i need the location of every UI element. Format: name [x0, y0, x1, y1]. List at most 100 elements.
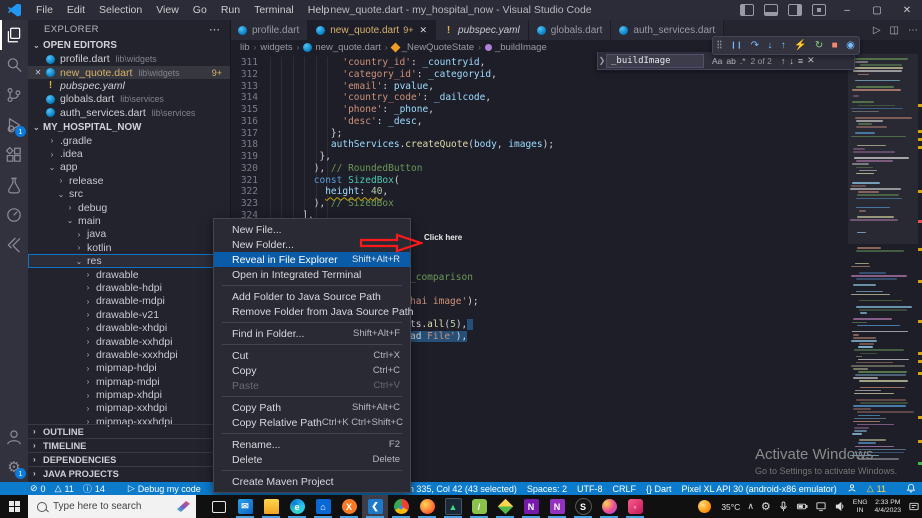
taskbar-file-explorer-icon[interactable] [258, 495, 284, 518]
find-toggle-ab-icon[interactable]: ab [726, 56, 735, 66]
status-debug-my-code[interactable]: ▷ Debug my code [128, 483, 201, 494]
open-editor-new-quote-dart[interactable]: ✕ new_quote.dart lib\widgets 9+ [28, 65, 230, 80]
activity-account-icon[interactable] [0, 422, 28, 452]
hot-reload-icon[interactable]: ⚡ [794, 40, 806, 51]
menu-item-create-maven-project[interactable]: Create Maven Project [214, 474, 410, 489]
menu-view[interactable]: View [149, 4, 186, 16]
menu-item-copy-path[interactable]: Copy Path Shift+Alt+C [214, 400, 410, 415]
menu-file[interactable]: File [29, 4, 60, 16]
taskbar-vscode-icon[interactable]: ❮ [362, 495, 388, 518]
status-crlf[interactable]: CRLF [612, 484, 636, 494]
menu-item-cut[interactable]: Cut Ctrl+X [214, 348, 410, 363]
close-icon[interactable]: ✕ [33, 68, 43, 77]
find-expand-icon[interactable]: ❯ [598, 56, 606, 65]
minimap[interactable] [848, 54, 918, 466]
tree-item-drawable-xhdpi[interactable]: › drawable-xhdpi [28, 321, 230, 334]
tab-pubspec-yaml[interactable]: ! pubspec.yaml [436, 20, 529, 40]
find-toggle-aa-icon[interactable]: Aa [712, 56, 722, 66]
status-spaces-2[interactable]: Spaces: 2 [527, 484, 567, 494]
taskbar-emulator-icon[interactable]: ▲ [440, 495, 466, 518]
section-outline[interactable]: › OUTLINE [28, 424, 230, 438]
breadcrumb-item-new-quote-dart[interactable]: new_quote.dart [315, 42, 381, 53]
tab-auth-services-dart[interactable]: auth_services.dart [611, 20, 725, 40]
section-dependencies[interactable]: › DEPENDENCIES [28, 452, 230, 466]
tree-item-src[interactable]: ⌄ src [28, 188, 230, 201]
breadcrumb-item-newquotestate[interactable]: _NewQuoteState [402, 42, 474, 53]
status-0[interactable]: ⊘ 0 [30, 483, 46, 494]
activity-source-control-icon[interactable] [0, 80, 28, 110]
status-11[interactable]: △ 11 [867, 483, 886, 494]
menu-item-copy[interactable]: Copy Ctrl+C [214, 363, 410, 378]
step-out-icon[interactable]: ↑ [781, 40, 786, 51]
find-close-icon[interactable]: ✕ [807, 55, 815, 66]
status-11[interactable]: △ 11 [55, 483, 74, 494]
grip-icon[interactable] [717, 39, 723, 52]
tree-item-mipmap-xxhdpi[interactable]: › mipmap-xxhdpi [28, 402, 230, 415]
settings-icon[interactable]: ⚙ [761, 500, 771, 513]
menu-item-copy-relative-path[interactable]: Copy Relative Path Ctrl+K Ctrl+Shift+C [214, 415, 410, 430]
tree-item-debug[interactable]: › debug [28, 201, 230, 214]
monitor-icon[interactable] [815, 501, 827, 512]
menu-terminal[interactable]: Terminal [247, 4, 301, 16]
menu-item-add-folder-to-java-source-path[interactable]: Add Folder to Java Source Path [214, 289, 410, 304]
taskbar-devtools-diamond-icon[interactable] [492, 495, 518, 518]
toggle-sidebar-icon[interactable] [740, 4, 754, 16]
weather-icon[interactable] [698, 500, 712, 513]
code-line[interactable]: 320 ), // RoundedButton [230, 163, 830, 175]
activity-run-and-debug-icon[interactable]: 1 [0, 110, 28, 140]
open-editor-pubspec-yaml[interactable]: ! pubspec.yaml [28, 79, 230, 92]
code-line[interactable]: 315 'phone': _phone, [230, 104, 830, 116]
taskbar-store-icon[interactable]: ⌂ [310, 495, 336, 518]
tree-item-idea[interactable]: › .idea [28, 147, 230, 160]
tree-item-mipmap-mdpi[interactable]: › mipmap-mdpi [28, 375, 230, 388]
tree-item-drawable-xxxhdpi[interactable]: › drawable-xxxhdpi [28, 348, 230, 361]
status-feedback[interactable] [847, 483, 857, 495]
split-editor-icon[interactable]: ◫ [890, 25, 899, 36]
tab-profile-dart[interactable]: profile.dart [230, 20, 309, 40]
taskbar-mail-icon[interactable]: ✉ [232, 495, 258, 518]
menu-run[interactable]: Run [214, 4, 247, 16]
taskbar-onenote-icon[interactable]: N [518, 495, 544, 518]
taskbar-nightly-icon[interactable] [596, 495, 622, 518]
start-button[interactable] [0, 495, 28, 518]
tab-close-icon[interactable]: ✕ [419, 25, 427, 36]
activity-flutter-outline-icon[interactable] [0, 230, 28, 260]
tree-item-app[interactable]: ⌄ app [28, 161, 230, 174]
tree-item-drawable-mdpi[interactable]: › drawable-mdpi [28, 295, 230, 308]
step-into-icon[interactable]: ↓ [767, 40, 772, 51]
find-prev-icon[interactable]: ↑ [781, 56, 786, 66]
open-editor-auth-services-dart[interactable]: auth_services.dart lib\services [28, 106, 230, 119]
tree-item-drawable-v21[interactable]: › drawable-v21 [28, 308, 230, 321]
step-over-icon[interactable]: ↷ [751, 40, 759, 51]
code-line[interactable]: 323 ), // SizedBox [230, 198, 830, 210]
status-dart[interactable]: {} Dart [646, 484, 672, 494]
explorer-more-icon[interactable]: ⋯ [209, 23, 220, 36]
status-pixel-xl-api-30-android-x86-emulator[interactable]: Pixel XL API 30 (android-x86 emulator) [681, 484, 836, 494]
code-line[interactable]: 313 'email': pvalue, [230, 81, 830, 93]
toggle-panel-icon[interactable] [764, 4, 778, 16]
microphone-icon[interactable] [778, 501, 789, 512]
taskbar-xampp-icon[interactable]: X [336, 495, 362, 518]
tab-globals-dart[interactable]: globals.dart [528, 20, 612, 40]
find-next-icon[interactable]: ↓ [789, 56, 794, 66]
notifications-icon[interactable] [908, 501, 920, 512]
tab-new-quote-dart[interactable]: new_quote.dart 9+ ✕ [308, 20, 437, 40]
inspector-icon[interactable]: ◉ [846, 40, 855, 51]
code-line[interactable]: 322 height: 40, [230, 186, 830, 198]
tree-item-mipmap-hdpi[interactable]: › mipmap-hdpi [28, 362, 230, 375]
menu-item-remove-folder-from-java-source-path[interactable]: Remove Folder from Java Source Path [214, 304, 414, 319]
minimize-button[interactable]: – [832, 0, 862, 20]
menu-item-find-in-folder[interactable]: Find in Folder... Shift+Alt+F [214, 326, 410, 341]
section-java-projects[interactable]: › JAVA PROJECTS [28, 466, 230, 480]
customize-layout-icon[interactable] [812, 4, 826, 16]
activity-dart-devtools-icon[interactable] [0, 200, 28, 230]
find-toggle--icon[interactable]: .* [740, 56, 746, 66]
breadcrumb-item-lib[interactable]: lib [240, 42, 250, 53]
open-editor-profile-dart[interactable]: profile.dart lib\widgets [28, 53, 230, 66]
menu-edit[interactable]: Edit [60, 4, 92, 16]
tree-item-java[interactable]: › java [28, 228, 230, 241]
code-line[interactable]: 321 const SizedBox( [230, 175, 830, 187]
find-in-selection-icon[interactable]: ≡ [798, 56, 803, 66]
tree-item-kotlin[interactable]: › kotlin [28, 241, 230, 254]
close-button[interactable]: ✕ [892, 0, 922, 20]
